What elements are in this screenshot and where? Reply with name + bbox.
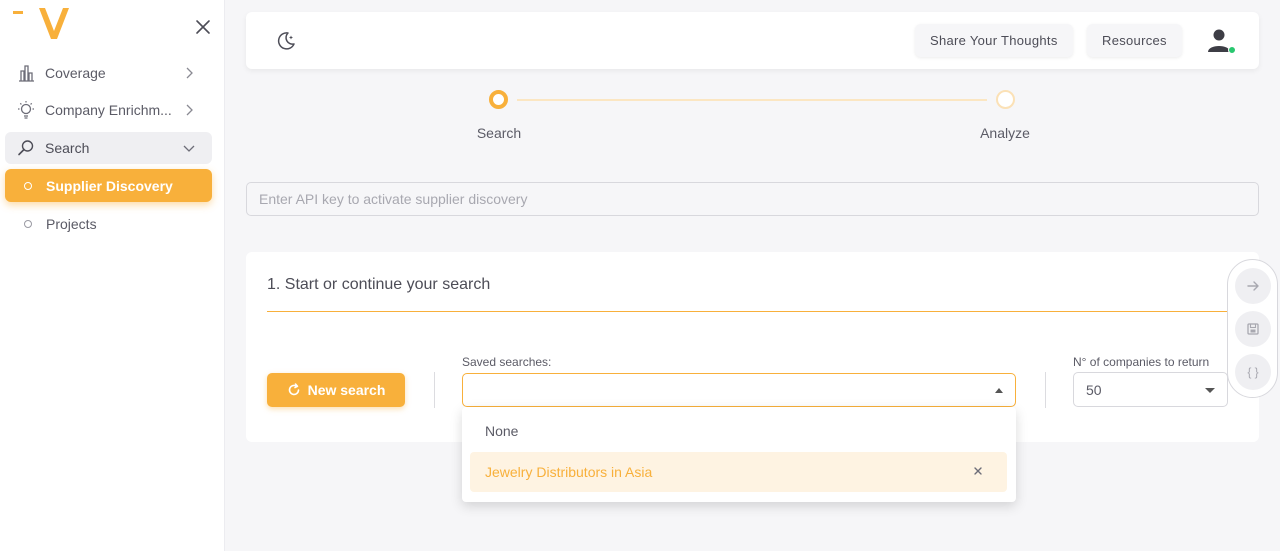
saved-searches-dropdown: None Jewelry Distributors in Asia — [462, 407, 1016, 502]
sidebar-item-label: Search — [45, 140, 90, 156]
bullet-icon — [24, 181, 32, 190]
sidebar-subitem-label: Projects — [46, 215, 97, 232]
user-avatar[interactable] — [1206, 27, 1236, 55]
caret-up-icon — [995, 388, 1003, 393]
step-search-label[interactable]: Search — [477, 125, 521, 141]
close-icon — [196, 20, 210, 34]
sidebar-item-company-enrichment[interactable]: Company Enrichm... — [5, 94, 212, 126]
chevron-down-icon — [182, 141, 196, 155]
top-bar: Share Your Thoughts Resources — [246, 12, 1259, 69]
braces-icon: { } — [1247, 365, 1259, 379]
option-label: None — [485, 423, 519, 439]
dropdown-option-none[interactable]: None — [470, 411, 1007, 451]
sidebar-item-label: Coverage — [45, 65, 106, 81]
divider — [267, 311, 1241, 312]
search-icon — [15, 137, 37, 159]
close-icon — [974, 467, 982, 475]
divider — [434, 372, 435, 408]
step-analyze-indicator[interactable] — [996, 90, 1015, 109]
sidebar-item-label: Company Enrichm... — [45, 102, 172, 118]
option-label: Jewelry Distributors in Asia — [485, 464, 653, 480]
delete-saved-search-button[interactable] — [971, 464, 985, 478]
floating-action-panel: { } — [1227, 259, 1278, 398]
arrow-right-icon — [1247, 281, 1259, 291]
step-analyze-label[interactable]: Analyze — [980, 125, 1030, 141]
new-search-button[interactable]: New search — [267, 373, 405, 407]
saved-searches-label: Saved searches: — [462, 355, 552, 369]
companies-count-select[interactable]: 50 — [1073, 372, 1228, 407]
theme-toggle-button[interactable] — [275, 30, 297, 52]
brand-logo[interactable] — [13, 4, 73, 40]
sidebar-item-coverage[interactable]: Coverage — [5, 57, 212, 89]
share-thoughts-button[interactable]: Share Your Thoughts — [915, 24, 1073, 57]
dropdown-option-jewelry-distributors[interactable]: Jewelry Distributors in Asia — [470, 452, 1007, 492]
chevron-right-icon — [182, 103, 196, 117]
sidebar: Coverage Company Enrichm... Search Suppl… — [0, 0, 225, 551]
saved-searches-select[interactable] — [462, 373, 1016, 407]
api-key-input[interactable] — [246, 182, 1259, 216]
json-view-button[interactable]: { } — [1235, 354, 1271, 390]
sidebar-item-search[interactable]: Search — [5, 132, 212, 164]
next-step-button[interactable] — [1235, 268, 1271, 304]
companies-count-label: N° of companies to return — [1073, 355, 1210, 369]
caret-down-icon — [1205, 388, 1215, 393]
bullet-icon — [24, 219, 32, 228]
card-title: 1. Start or continue your search — [267, 276, 491, 293]
bar-chart-icon — [15, 62, 37, 84]
sidebar-item-supplier-discovery[interactable]: Supplier Discovery — [5, 169, 212, 202]
lightbulb-icon — [15, 99, 37, 121]
chevron-right-icon — [182, 66, 196, 80]
sidebar-item-projects[interactable]: Projects — [5, 207, 212, 240]
divider — [1045, 372, 1046, 408]
new-search-label: New search — [307, 382, 386, 398]
stepper-connector — [517, 99, 987, 101]
moon-icon — [277, 32, 295, 50]
save-icon — [1247, 323, 1259, 335]
save-button[interactable] — [1235, 311, 1271, 347]
step-search-indicator[interactable] — [489, 90, 508, 109]
companies-count-value: 50 — [1086, 381, 1102, 398]
refresh-icon — [287, 383, 301, 397]
online-status-indicator — [1228, 46, 1236, 54]
resources-button[interactable]: Resources — [1087, 24, 1182, 57]
sidebar-subitem-label: Supplier Discovery — [46, 177, 173, 194]
close-sidebar-button[interactable] — [193, 17, 213, 37]
